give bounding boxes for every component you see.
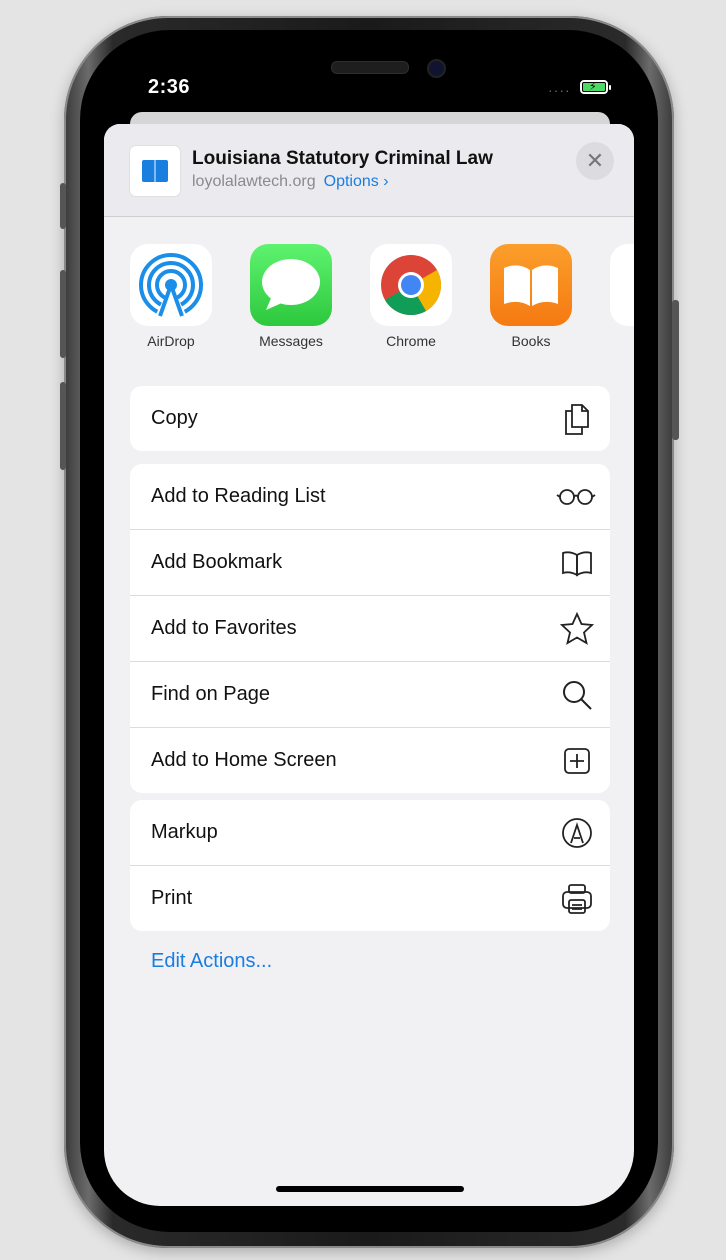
action-copy[interactable]: Copy [130, 386, 610, 451]
action-add-to-favorites[interactable]: Add to Favorites [130, 596, 610, 662]
app-label: Books [511, 333, 551, 349]
power-button [672, 300, 679, 440]
app-label: Messages [259, 333, 323, 349]
more-apps-icon [610, 244, 634, 326]
site-favicon [130, 146, 180, 196]
markup-icon [560, 816, 594, 850]
glasses-icon [556, 480, 596, 514]
app-label: AirDrop [147, 333, 195, 349]
action-label: Find on Page [151, 683, 270, 705]
home-indicator[interactable] [276, 1186, 464, 1192]
share-app-chrome[interactable]: Chrome [369, 244, 453, 349]
plus-square-icon [560, 744, 594, 778]
action-add-to-reading-list[interactable]: Add to Reading List [130, 464, 610, 530]
book-icon [560, 546, 594, 580]
books-icon [490, 244, 572, 326]
share-apps-row: AirDrop Messages Chrome Books [104, 244, 634, 364]
share-title: Louisiana Statutory Criminal Law [192, 148, 493, 169]
status-time: 2:36 [148, 76, 191, 98]
action-label: Add to Favorites [151, 617, 297, 639]
action-add-to-home-screen[interactable]: Add to Home Screen [130, 728, 610, 793]
share-app-books[interactable]: Books [489, 244, 573, 349]
front-camera [427, 59, 446, 78]
share-app-more[interactable] [609, 244, 634, 326]
action-label: Print [151, 887, 193, 909]
speaker-grille [331, 61, 409, 74]
book-favicon-icon [142, 160, 168, 182]
action-label: Copy [151, 407, 198, 429]
close-button[interactable]: ✕ [576, 142, 614, 180]
share-domain: loyolalawtech.org [192, 173, 316, 190]
share-header: Louisiana Statutory Criminal Law loyolal… [104, 124, 634, 217]
star-icon [559, 611, 595, 646]
action-label: Markup [151, 821, 218, 843]
action-group-safari: Add to Reading List Add Bookmark Add to … [130, 464, 610, 793]
action-find-on-page[interactable]: Find on Page [130, 662, 610, 728]
share-subtitle: loyolalawtech.org Options › [192, 173, 389, 191]
signal-icon: ···· [548, 82, 571, 98]
action-label: Add to Home Screen [151, 749, 337, 771]
messages-icon [250, 244, 332, 326]
action-add-bookmark[interactable]: Add Bookmark [130, 530, 610, 596]
action-label: Add Bookmark [151, 551, 283, 573]
action-label: Add to Reading List [151, 485, 326, 507]
share-sheet: Louisiana Statutory Criminal Law loyolal… [104, 124, 634, 1206]
battery-icon: ⚡ [580, 80, 611, 94]
action-group-copy: Copy [130, 386, 610, 451]
airdrop-icon [130, 244, 212, 326]
share-app-messages[interactable]: Messages [249, 244, 333, 349]
share-app-airdrop[interactable]: AirDrop [129, 244, 213, 349]
mute-switch [60, 183, 66, 229]
printer-icon [560, 882, 594, 916]
action-print[interactable]: Print [130, 866, 610, 931]
volume-up-button [60, 270, 66, 358]
edit-actions-link[interactable]: Edit Actions... [151, 950, 272, 973]
search-icon [560, 678, 594, 712]
action-group-other: Markup Print [130, 800, 610, 931]
chrome-icon [370, 244, 452, 326]
copy-icon [560, 402, 594, 436]
volume-down-button [60, 382, 66, 470]
app-label: Chrome [386, 333, 436, 349]
options-link[interactable]: Options › [324, 173, 389, 190]
action-markup[interactable]: Markup [130, 800, 610, 866]
